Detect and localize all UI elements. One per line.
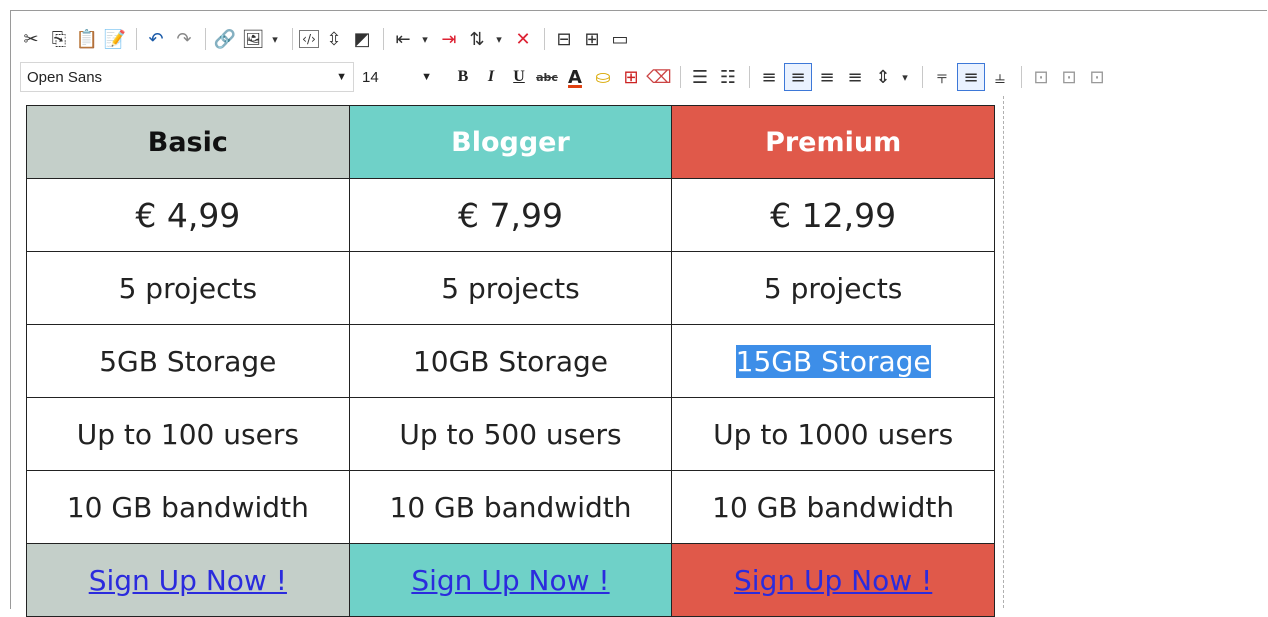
- toolbar-row-2: Open Sans ▼ 14 ▼ B I U abc A ⛀ ⊞ ⌫ ☰ ☷ ≡…: [18, 62, 1112, 92]
- font-size-value: 14: [362, 68, 379, 86]
- plan-header-blogger[interactable]: Blogger: [348, 105, 673, 179]
- selected-text[interactable]: 15GB Storage: [735, 344, 931, 378]
- align-justify-icon[interactable]: ≡: [842, 64, 868, 90]
- plan-header-basic[interactable]: Basic: [26, 105, 350, 179]
- feature-cell[interactable]: Up to 100 users: [26, 397, 350, 471]
- paste-icon[interactable]: 📋: [74, 26, 100, 52]
- chevron-down-icon[interactable]: ▾: [492, 26, 506, 52]
- table-header-row: Basic Blogger Premium: [26, 105, 995, 179]
- valign-middle-icon[interactable]: ≡: [957, 63, 985, 91]
- cell-top-icon[interactable]: ⊡: [1028, 64, 1054, 90]
- separator: [205, 28, 206, 50]
- align-center-icon[interactable]: ≡: [784, 63, 812, 91]
- feature-cell[interactable]: 5GB Storage: [26, 324, 350, 398]
- price-blogger[interactable]: € 7,99: [348, 178, 673, 252]
- feature-cell[interactable]: Up to 1000 users: [671, 397, 995, 471]
- signup-cell-basic: Sign Up Now !: [26, 543, 350, 617]
- cell-middle-icon[interactable]: ⊡: [1056, 64, 1082, 90]
- separator: [922, 66, 923, 88]
- signup-cell-premium: Sign Up Now !: [671, 543, 995, 617]
- page-break-icon[interactable]: ⇳: [321, 26, 347, 52]
- table-row: 10 GB bandwidth 10 GB bandwidth 10 GB ba…: [26, 470, 995, 544]
- numbered-list-icon[interactable]: ☷: [715, 64, 741, 90]
- feature-cell[interactable]: 10 GB bandwidth: [26, 470, 350, 544]
- table-grid-icon[interactable]: ⊞: [579, 26, 605, 52]
- signup-link-premium[interactable]: Sign Up Now !: [734, 564, 932, 597]
- feature-cell[interactable]: 5 projects: [26, 251, 350, 325]
- paste-special-icon[interactable]: 📝: [102, 26, 128, 52]
- price-row: € 4,99 € 7,99 € 12,99: [26, 178, 995, 252]
- price-premium[interactable]: € 12,99: [671, 178, 995, 252]
- cell-bottom-icon[interactable]: ⊡: [1084, 64, 1110, 90]
- eraser-icon[interactable]: ⌫: [646, 64, 672, 90]
- chevron-down-icon[interactable]: ▾: [418, 26, 432, 52]
- move-icon[interactable]: ⇅: [464, 26, 490, 52]
- align-left-icon[interactable]: ≡: [756, 64, 782, 90]
- feature-cell[interactable]: 5 projects: [671, 251, 995, 325]
- chevron-down-icon: ▼: [421, 71, 432, 83]
- table-icon[interactable]: ⊟: [551, 26, 577, 52]
- chevron-down-icon: ▼: [336, 71, 347, 83]
- font-family-select[interactable]: Open Sans ▼: [20, 62, 354, 92]
- separator: [136, 28, 137, 50]
- bold-button[interactable]: B: [450, 64, 476, 90]
- page-boundary-guide: [1003, 96, 1004, 608]
- undo-icon[interactable]: ↶: [143, 26, 169, 52]
- remove-format-icon[interactable]: ⇥: [436, 26, 462, 52]
- contrast-icon[interactable]: ◩: [349, 26, 375, 52]
- feature-cell[interactable]: Up to 500 users: [348, 397, 673, 471]
- feature-cell[interactable]: 5 projects: [348, 251, 673, 325]
- chevron-down-icon[interactable]: ▾: [898, 64, 912, 90]
- underline-button[interactable]: U: [506, 64, 532, 90]
- signup-link-blogger[interactable]: Sign Up Now !: [411, 564, 609, 597]
- image-icon[interactable]: 🖼: [240, 26, 266, 52]
- table-row: 5GB Storage 10GB Storage 15GB Storage: [26, 324, 995, 398]
- window-icon[interactable]: ▭: [607, 26, 633, 52]
- font-color-button[interactable]: A: [562, 64, 588, 90]
- separator: [749, 66, 750, 88]
- valign-bottom-icon[interactable]: ⫨: [987, 64, 1013, 90]
- table-row: 5 projects 5 projects 5 projects: [26, 251, 995, 325]
- signup-row: Sign Up Now ! Sign Up Now ! Sign Up Now …: [26, 543, 995, 617]
- pricing-table: Basic Blogger Premium € 4,99 € 7,99 € 12…: [26, 105, 995, 617]
- toolbar-row-1: ✂ ⎘ 📋 📝 ↶ ↷ 🔗 🖼 ▾ ‹/› ⇳ ◩ ⇤ ▾ ⇥ ⇅ ▾ ✕ ⊟ …: [18, 24, 635, 54]
- link-icon[interactable]: 🔗: [212, 26, 238, 52]
- copy-icon[interactable]: ⎘: [46, 26, 72, 52]
- table-row: Up to 100 users Up to 500 users Up to 10…: [26, 397, 995, 471]
- redo-icon[interactable]: ↷: [171, 26, 197, 52]
- align-right-icon[interactable]: ≡: [814, 64, 840, 90]
- delete-icon[interactable]: ✕: [510, 26, 536, 52]
- plan-header-premium[interactable]: Premium: [671, 105, 995, 179]
- feature-cell[interactable]: 15GB Storage: [671, 324, 995, 398]
- separator: [1021, 66, 1022, 88]
- signup-link-basic[interactable]: Sign Up Now !: [89, 564, 287, 597]
- font-family-value: Open Sans: [27, 68, 103, 86]
- separator: [544, 28, 545, 50]
- code-icon[interactable]: ‹/›: [299, 30, 319, 48]
- italic-button[interactable]: I: [478, 64, 504, 90]
- valign-top-icon[interactable]: ⫧: [929, 64, 955, 90]
- separator: [292, 28, 293, 50]
- highlight-color-icon[interactable]: ⛀: [590, 64, 616, 90]
- feature-cell[interactable]: 10 GB bandwidth: [348, 470, 673, 544]
- strikethrough-button[interactable]: abc: [534, 64, 560, 90]
- font-size-select[interactable]: 14 ▼: [354, 63, 440, 91]
- separator: [680, 66, 681, 88]
- signup-cell-blogger: Sign Up Now !: [348, 543, 673, 617]
- cut-icon[interactable]: ✂: [18, 26, 44, 52]
- indent-icon[interactable]: ⇤: [390, 26, 416, 52]
- chevron-down-icon[interactable]: ▾: [268, 26, 282, 52]
- feature-cell[interactable]: 10 GB bandwidth: [671, 470, 995, 544]
- price-basic[interactable]: € 4,99: [26, 178, 350, 252]
- feature-cell[interactable]: 10GB Storage: [348, 324, 673, 398]
- bullet-list-icon[interactable]: ☰: [687, 64, 713, 90]
- separator: [383, 28, 384, 50]
- table-cell-icon[interactable]: ⊞: [618, 64, 644, 90]
- line-height-icon[interactable]: ⇕: [870, 64, 896, 90]
